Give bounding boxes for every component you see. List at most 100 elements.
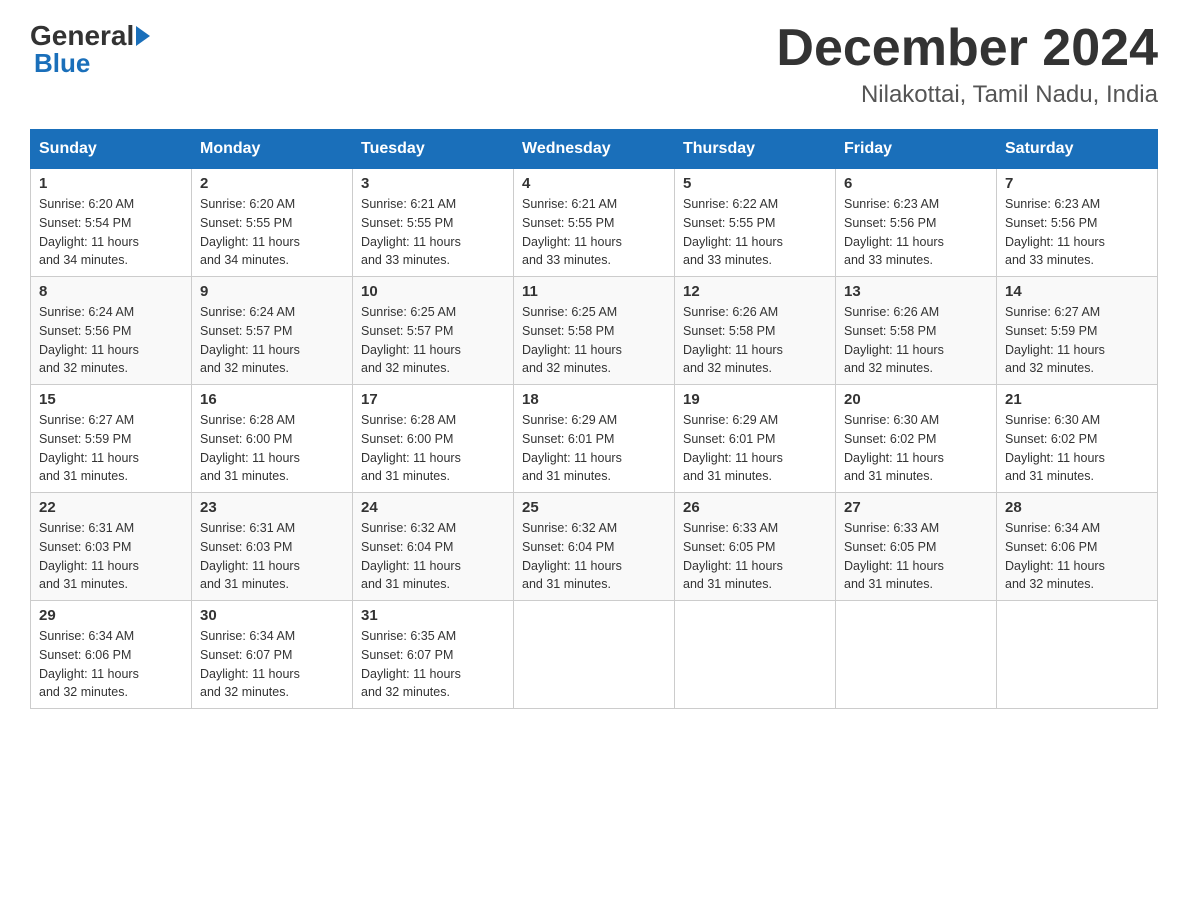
calendar-cell: 31 Sunrise: 6:35 AMSunset: 6:07 PMDaylig… [353,601,514,709]
day-info: Sunrise: 6:32 AMSunset: 6:04 PMDaylight:… [361,521,461,591]
day-number: 20 [844,391,988,408]
day-info: Sunrise: 6:28 AMSunset: 6:00 PMDaylight:… [361,413,461,483]
day-number: 10 [361,283,505,300]
calendar-cell: 7 Sunrise: 6:23 AMSunset: 5:56 PMDayligh… [997,169,1158,277]
day-number: 18 [522,391,666,408]
day-info: Sunrise: 6:25 AMSunset: 5:57 PMDaylight:… [361,305,461,375]
calendar-cell [675,601,836,709]
calendar-cell [836,601,997,709]
day-info: Sunrise: 6:27 AMSunset: 5:59 PMDaylight:… [1005,305,1105,375]
day-info: Sunrise: 6:24 AMSunset: 5:56 PMDaylight:… [39,305,139,375]
week-row-5: 29 Sunrise: 6:34 AMSunset: 6:06 PMDaylig… [31,601,1158,709]
weekday-header-tuesday: Tuesday [353,130,514,169]
calendar-cell: 20 Sunrise: 6:30 AMSunset: 6:02 PMDaylig… [836,385,997,493]
calendar-cell: 11 Sunrise: 6:25 AMSunset: 5:58 PMDaylig… [514,277,675,385]
day-number: 6 [844,175,988,192]
day-number: 2 [200,175,344,192]
calendar-cell: 4 Sunrise: 6:21 AMSunset: 5:55 PMDayligh… [514,169,675,277]
day-info: Sunrise: 6:27 AMSunset: 5:59 PMDaylight:… [39,413,139,483]
day-number: 31 [361,607,505,624]
day-info: Sunrise: 6:22 AMSunset: 5:55 PMDaylight:… [683,197,783,267]
day-number: 12 [683,283,827,300]
weekday-header-sunday: Sunday [31,130,192,169]
day-number: 14 [1005,283,1149,300]
day-number: 16 [200,391,344,408]
calendar-cell [514,601,675,709]
day-number: 24 [361,499,505,516]
week-row-3: 15 Sunrise: 6:27 AMSunset: 5:59 PMDaylig… [31,385,1158,493]
calendar-cell: 26 Sunrise: 6:33 AMSunset: 6:05 PMDaylig… [675,493,836,601]
day-info: Sunrise: 6:31 AMSunset: 6:03 PMDaylight:… [39,521,139,591]
day-info: Sunrise: 6:34 AMSunset: 6:07 PMDaylight:… [200,629,300,699]
day-info: Sunrise: 6:20 AMSunset: 5:54 PMDaylight:… [39,197,139,267]
calendar-cell: 6 Sunrise: 6:23 AMSunset: 5:56 PMDayligh… [836,169,997,277]
logo: General Blue [30,20,152,79]
day-info: Sunrise: 6:23 AMSunset: 5:56 PMDaylight:… [844,197,944,267]
day-info: Sunrise: 6:25 AMSunset: 5:58 PMDaylight:… [522,305,622,375]
day-number: 21 [1005,391,1149,408]
day-number: 27 [844,499,988,516]
day-info: Sunrise: 6:21 AMSunset: 5:55 PMDaylight:… [361,197,461,267]
day-info: Sunrise: 6:35 AMSunset: 6:07 PMDaylight:… [361,629,461,699]
day-number: 29 [39,607,183,624]
day-info: Sunrise: 6:34 AMSunset: 6:06 PMDaylight:… [39,629,139,699]
day-info: Sunrise: 6:34 AMSunset: 6:06 PMDaylight:… [1005,521,1105,591]
calendar-cell: 17 Sunrise: 6:28 AMSunset: 6:00 PMDaylig… [353,385,514,493]
day-info: Sunrise: 6:28 AMSunset: 6:00 PMDaylight:… [200,413,300,483]
weekday-header-thursday: Thursday [675,130,836,169]
calendar-cell: 2 Sunrise: 6:20 AMSunset: 5:55 PMDayligh… [192,169,353,277]
day-number: 13 [844,283,988,300]
day-number: 1 [39,175,183,192]
calendar-cell: 13 Sunrise: 6:26 AMSunset: 5:58 PMDaylig… [836,277,997,385]
calendar-cell [997,601,1158,709]
calendar-cell: 16 Sunrise: 6:28 AMSunset: 6:00 PMDaylig… [192,385,353,493]
calendar-cell: 25 Sunrise: 6:32 AMSunset: 6:04 PMDaylig… [514,493,675,601]
day-number: 26 [683,499,827,516]
calendar-cell: 9 Sunrise: 6:24 AMSunset: 5:57 PMDayligh… [192,277,353,385]
day-info: Sunrise: 6:21 AMSunset: 5:55 PMDaylight:… [522,197,622,267]
day-number: 25 [522,499,666,516]
day-info: Sunrise: 6:24 AMSunset: 5:57 PMDaylight:… [200,305,300,375]
day-number: 9 [200,283,344,300]
weekday-header-wednesday: Wednesday [514,130,675,169]
calendar-cell: 27 Sunrise: 6:33 AMSunset: 6:05 PMDaylig… [836,493,997,601]
logo-blue-text: Blue [34,48,90,79]
day-info: Sunrise: 6:32 AMSunset: 6:04 PMDaylight:… [522,521,622,591]
day-info: Sunrise: 6:30 AMSunset: 6:02 PMDaylight:… [844,413,944,483]
day-number: 15 [39,391,183,408]
day-number: 23 [200,499,344,516]
header: General Blue December 2024 Nilakottai, T… [30,20,1158,109]
calendar-cell: 1 Sunrise: 6:20 AMSunset: 5:54 PMDayligh… [31,169,192,277]
title-area: December 2024 Nilakottai, Tamil Nadu, In… [776,20,1158,109]
calendar-cell: 15 Sunrise: 6:27 AMSunset: 5:59 PMDaylig… [31,385,192,493]
calendar-cell: 10 Sunrise: 6:25 AMSunset: 5:57 PMDaylig… [353,277,514,385]
calendar-cell: 8 Sunrise: 6:24 AMSunset: 5:56 PMDayligh… [31,277,192,385]
location-title: Nilakottai, Tamil Nadu, India [776,81,1158,109]
day-number: 7 [1005,175,1149,192]
day-info: Sunrise: 6:30 AMSunset: 6:02 PMDaylight:… [1005,413,1105,483]
day-number: 11 [522,283,666,300]
day-info: Sunrise: 6:33 AMSunset: 6:05 PMDaylight:… [844,521,944,591]
day-number: 8 [39,283,183,300]
day-number: 30 [200,607,344,624]
day-number: 5 [683,175,827,192]
calendar-cell: 21 Sunrise: 6:30 AMSunset: 6:02 PMDaylig… [997,385,1158,493]
day-info: Sunrise: 6:23 AMSunset: 5:56 PMDaylight:… [1005,197,1105,267]
calendar-cell: 29 Sunrise: 6:34 AMSunset: 6:06 PMDaylig… [31,601,192,709]
calendar-cell: 30 Sunrise: 6:34 AMSunset: 6:07 PMDaylig… [192,601,353,709]
logo-arrow-icon [136,26,150,46]
calendar-cell: 14 Sunrise: 6:27 AMSunset: 5:59 PMDaylig… [997,277,1158,385]
day-number: 17 [361,391,505,408]
day-number: 4 [522,175,666,192]
calendar-cell: 23 Sunrise: 6:31 AMSunset: 6:03 PMDaylig… [192,493,353,601]
weekday-header-saturday: Saturday [997,130,1158,169]
day-info: Sunrise: 6:29 AMSunset: 6:01 PMDaylight:… [683,413,783,483]
calendar-cell: 19 Sunrise: 6:29 AMSunset: 6:01 PMDaylig… [675,385,836,493]
day-number: 3 [361,175,505,192]
day-number: 22 [39,499,183,516]
weekday-header-monday: Monday [192,130,353,169]
week-row-1: 1 Sunrise: 6:20 AMSunset: 5:54 PMDayligh… [31,169,1158,277]
day-info: Sunrise: 6:26 AMSunset: 5:58 PMDaylight:… [844,305,944,375]
calendar-cell: 22 Sunrise: 6:31 AMSunset: 6:03 PMDaylig… [31,493,192,601]
weekday-header-friday: Friday [836,130,997,169]
